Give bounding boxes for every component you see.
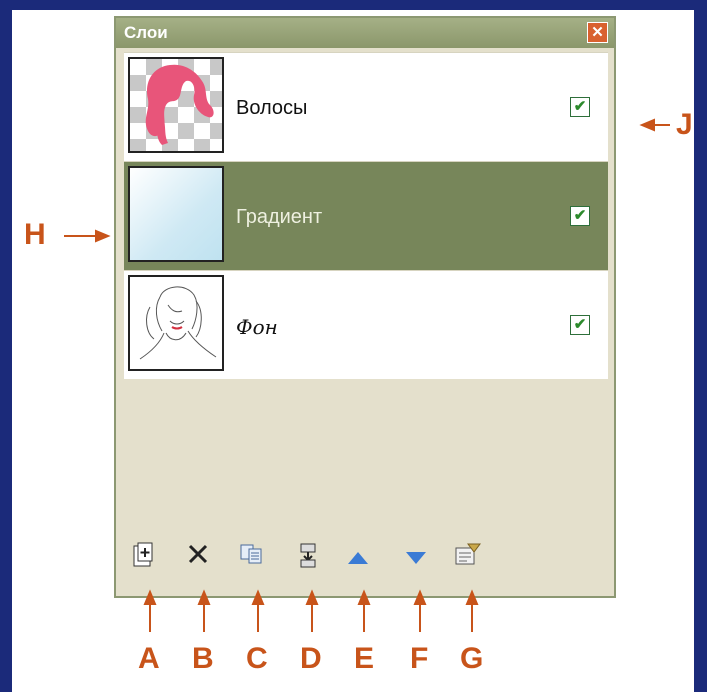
callout-letter-f: F	[410, 642, 429, 675]
callout-letter-h: H	[24, 218, 46, 251]
callout-letter-e: E	[354, 642, 375, 675]
callout-letter-j: J	[676, 108, 693, 141]
callout-arrows	[64, 118, 670, 632]
callout-letter-c: C	[246, 642, 268, 675]
callout-letter-g: G	[460, 642, 484, 675]
callout-letter-b: B	[192, 642, 214, 675]
callout-letter-d: D	[300, 642, 322, 675]
callout-letter-a: A	[138, 642, 160, 675]
